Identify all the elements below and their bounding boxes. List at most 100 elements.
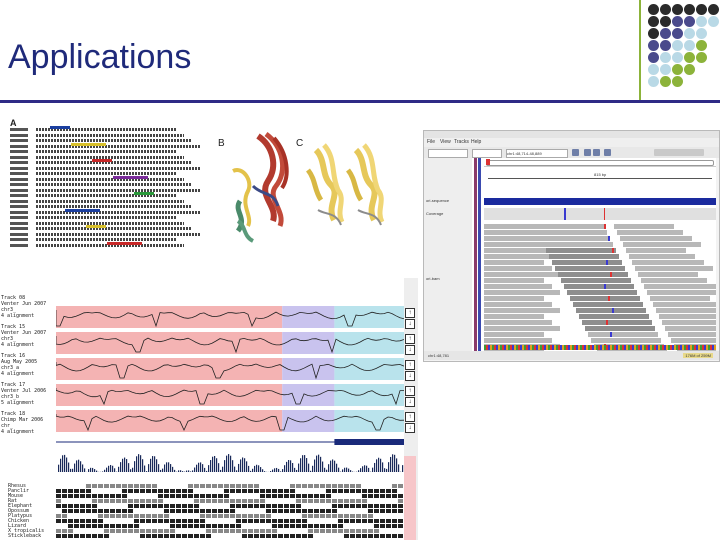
locus-input[interactable]: chr1:48,714-48,889 (506, 149, 568, 158)
conservation-bar (346, 468, 347, 472)
aligned-read (561, 278, 631, 283)
species-alignment-block (236, 519, 241, 523)
species-alignment-block (278, 509, 283, 513)
species-alignment-block (266, 494, 271, 498)
alignment-row-label (10, 161, 28, 164)
species-alignment-block (104, 534, 109, 538)
track-down-button[interactable]: ↓ (405, 371, 415, 381)
menu-file[interactable]: File (427, 139, 435, 145)
gene-exon (334, 439, 404, 445)
track-up-button[interactable]: ↑ (405, 412, 415, 422)
alignment-row-label (10, 145, 28, 148)
aligned-read (484, 296, 544, 301)
species-alignment-block (398, 504, 403, 508)
ideogram (484, 158, 716, 167)
species-alignment-block (176, 519, 181, 523)
species-alignment-block (212, 494, 217, 498)
species-alignment-block (158, 529, 163, 533)
conservation-bar (218, 463, 219, 472)
aligned-read (543, 242, 613, 247)
aligned-read (591, 338, 661, 343)
species-alignment-block (260, 494, 265, 498)
track-up-button[interactable]: ↑ (405, 308, 415, 318)
conservation-bar (74, 464, 75, 472)
species-alignment-block (314, 484, 319, 488)
track-down-button[interactable]: ↓ (405, 319, 415, 329)
track-up-button[interactable]: ↑ (405, 334, 415, 344)
species-alignment-block (68, 489, 73, 493)
species-alignment-block (212, 514, 217, 518)
conservation-bar (124, 458, 125, 472)
home-icon[interactable] (604, 149, 611, 156)
species-alignment-block (224, 524, 229, 528)
species-alignment-block (308, 494, 313, 498)
conservation-bar (236, 470, 237, 472)
conservation-bar (226, 456, 227, 472)
zoom-slider[interactable] (654, 149, 704, 156)
species-alignment-block (110, 499, 115, 503)
conservation-bar (106, 468, 107, 472)
species-alignment-block (272, 504, 277, 508)
species-alignment-block (218, 514, 223, 518)
conservation-bar (88, 469, 89, 472)
secondary-structure-bar (113, 176, 148, 179)
track-down-button[interactable]: ↓ (405, 423, 415, 433)
species-alignment-block (194, 534, 199, 538)
species-alignment-block (284, 489, 289, 493)
species-alignment-block (194, 509, 199, 513)
track-down-button[interactable]: ↓ (405, 345, 415, 355)
species-alignment-block (332, 489, 337, 493)
genome-select[interactable] (428, 149, 468, 158)
species-alignment-block (332, 524, 337, 528)
species-alignment-block (362, 519, 367, 523)
forward-icon[interactable] (593, 149, 600, 156)
track-up-button[interactable]: ↑ (405, 386, 415, 396)
species-alignment-block (224, 494, 229, 498)
menu-tracks[interactable]: Tracks (454, 139, 469, 145)
track-up-button[interactable]: ↑ (405, 360, 415, 370)
species-alignment-block (134, 499, 139, 503)
conservation-bar (272, 470, 273, 472)
species-alignment-block (308, 534, 313, 538)
alignment-row-label (10, 233, 28, 236)
species-alignment-block (212, 499, 217, 503)
species-alignment-block (308, 484, 313, 488)
species-alignment-block (80, 524, 85, 528)
aligned-read (546, 248, 616, 253)
species-alignment-block (206, 514, 211, 518)
go-button[interactable] (572, 149, 579, 156)
conservation-bar (220, 470, 221, 472)
species-alignment-block (278, 519, 283, 523)
species-alignment-block (308, 499, 313, 503)
alignment-row-label (10, 139, 28, 142)
menu-view[interactable]: View (440, 139, 451, 145)
conservation-bar (58, 465, 59, 472)
species-alignment-block (110, 529, 115, 533)
back-icon[interactable] (584, 149, 591, 156)
alignment-row (36, 216, 176, 219)
species-alignment-block (230, 509, 235, 513)
species-alignment-block (128, 509, 133, 513)
alignment-row (36, 172, 176, 175)
conservation-bar (120, 462, 121, 472)
decorative-dot (696, 52, 707, 63)
menu-help[interactable]: Help (471, 139, 481, 145)
species-alignment-block (140, 519, 145, 523)
species-alignment-block (146, 489, 151, 493)
species-alignment-block (374, 494, 379, 498)
alignment-row (36, 211, 200, 214)
decorative-dot (708, 16, 719, 27)
conservation-bar (174, 470, 175, 472)
conservation-bar (324, 468, 325, 472)
species-alignment-block (194, 519, 199, 523)
species-alignment-block (374, 504, 379, 508)
conservation-bar (72, 469, 73, 472)
species-alignment-block (368, 494, 373, 498)
chromosome-select[interactable] (472, 149, 502, 158)
species-alignment-block (56, 534, 61, 538)
track-down-button[interactable]: ↓ (405, 397, 415, 407)
decorative-dot (660, 16, 671, 27)
conservation-bar (138, 454, 139, 472)
conservation-bar (396, 458, 397, 472)
conservation-bar (394, 455, 395, 472)
